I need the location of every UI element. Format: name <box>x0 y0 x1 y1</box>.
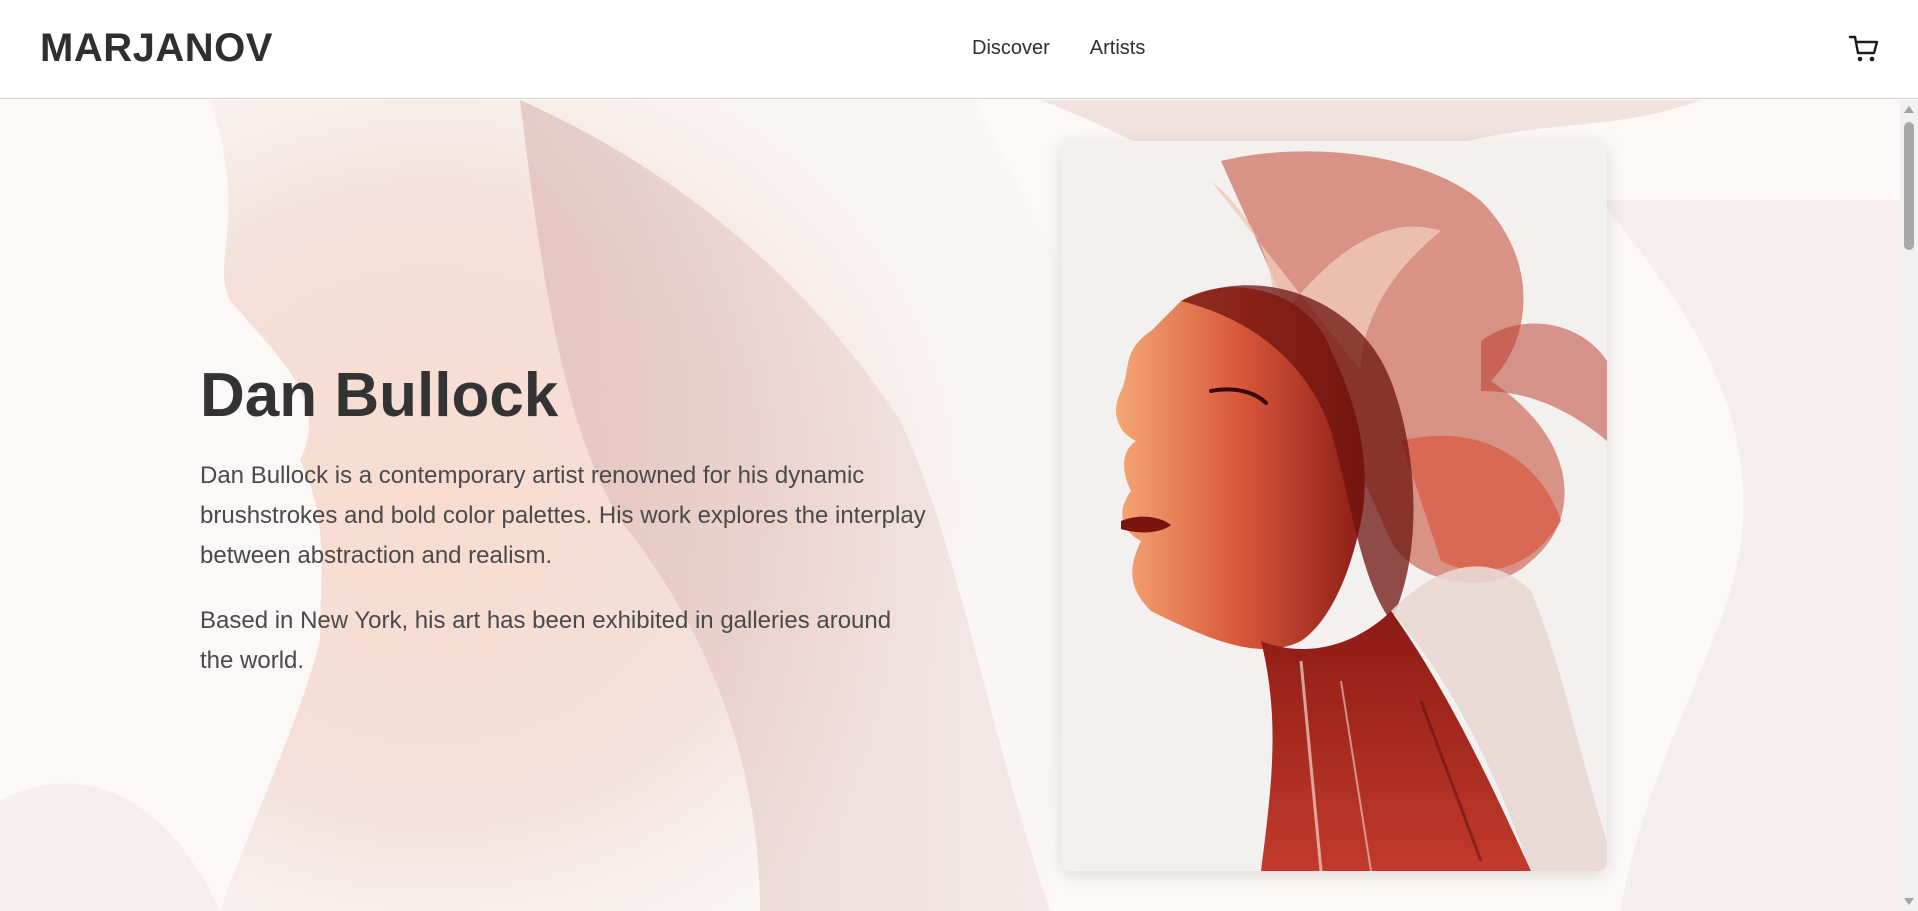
artist-bio-paragraph: Dan Bullock is a contemporary artist ren… <box>200 462 926 570</box>
scroll-thumb[interactable] <box>1904 122 1914 250</box>
scroll-up-arrow-icon[interactable] <box>1904 106 1914 113</box>
artist-location-paragraph: Based in New York, his art has been exhi… <box>200 607 892 675</box>
artist-intro: Dan Bullock Dan Bullock is a contemporar… <box>200 361 930 706</box>
artist-name: Dan Bullock <box>200 361 559 430</box>
site-header: MARJANOV Discover Artists <box>0 0 1918 99</box>
main-nav: Discover Artists <box>972 37 1145 60</box>
shopping-cart-icon[interactable] <box>1848 33 1880 65</box>
nav-link-discover[interactable]: Discover <box>972 37 1050 60</box>
nav-link-artists[interactable]: Artists <box>1090 37 1146 60</box>
featured-artwork[interactable] <box>1061 141 1607 871</box>
artwork-image <box>1061 141 1607 871</box>
page-scrollbar[interactable] <box>1900 100 1918 911</box>
scroll-down-arrow-icon[interactable] <box>1904 898 1914 905</box>
site-logo[interactable]: MARJANOV <box>40 26 273 71</box>
artist-hero: Dan Bullock Dan Bullock is a contemporar… <box>0 100 1900 911</box>
